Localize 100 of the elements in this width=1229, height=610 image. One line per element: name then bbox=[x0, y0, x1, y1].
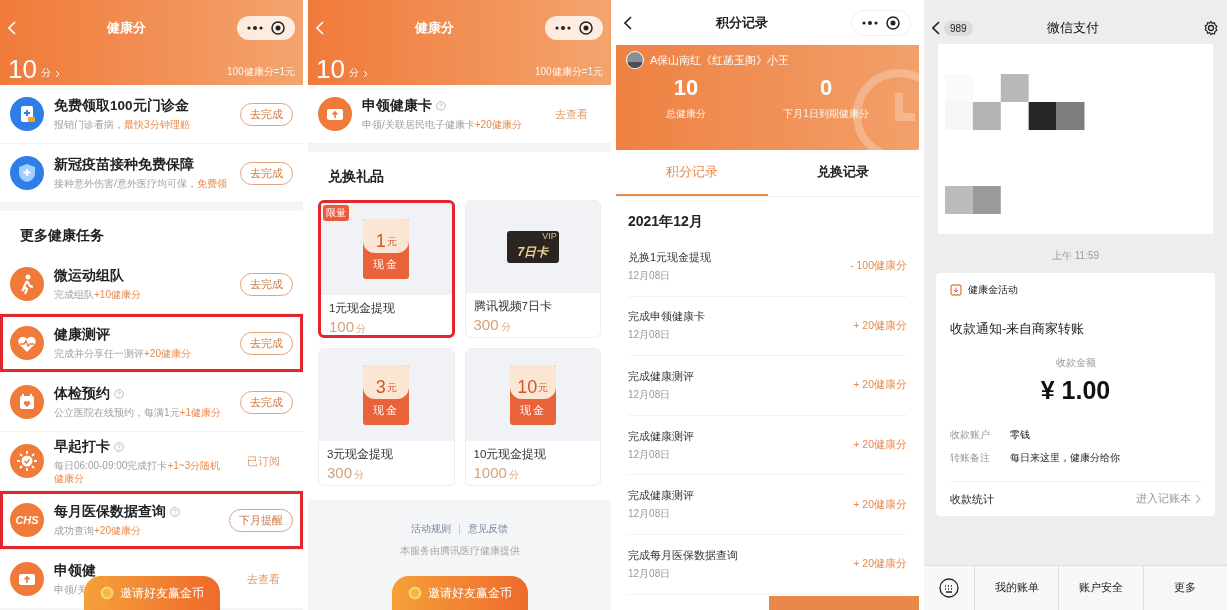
task-description: 完成组队+10健康分 bbox=[54, 288, 141, 301]
cash-voucher: 10元 现金 bbox=[509, 365, 556, 425]
clipboard-icon bbox=[10, 97, 44, 131]
amount-value: ¥ 1.00 bbox=[1039, 376, 1112, 405]
task-description: 每日06:00-09:00完成打卡+1~3分随机健康分 bbox=[54, 458, 222, 485]
card-icon bbox=[318, 97, 352, 131]
back-icon[interactable] bbox=[932, 21, 940, 35]
gift-card[interactable]: 1元 现金 限量 1元现金提现 100分 bbox=[318, 200, 455, 338]
record-title: 完成申领健康卡 bbox=[628, 309, 706, 325]
page-title: 健康分 bbox=[413, 19, 455, 37]
task-title: 体检预约 bbox=[54, 385, 110, 403]
stat-value: 0 bbox=[819, 75, 833, 101]
coin-icon bbox=[99, 586, 114, 600]
footer-link[interactable]: 活动规则 bbox=[411, 522, 451, 536]
task-title: 新冠疫苗接种免费保障 bbox=[54, 156, 194, 174]
vip-card: VIP 7日卡 bbox=[506, 231, 559, 263]
cash-voucher: 3元 现金 bbox=[363, 365, 410, 425]
ledger-link[interactable]: 进入记账本 bbox=[1136, 492, 1191, 506]
record-date: 12月08日 bbox=[628, 388, 672, 402]
task-status[interactable]: 去查看 bbox=[541, 106, 601, 122]
calendar-icon bbox=[10, 385, 44, 419]
gift-title: 10元现金提现 bbox=[472, 447, 548, 462]
notice-heading: 收款通知-来自商家转账 bbox=[950, 321, 1086, 338]
more-icon[interactable] bbox=[555, 26, 571, 30]
exchange-rate: 100健康分=1元 bbox=[226, 65, 295, 79]
task-description: 接种意外伤害/意外医疗均可保，免费领 bbox=[54, 177, 227, 190]
task-title: 申领健康卡 bbox=[362, 97, 432, 115]
gift-points: 300 bbox=[327, 464, 353, 481]
task-title: 每月医保数据查询 bbox=[54, 503, 166, 521]
score-unit[interactable]: 分 bbox=[40, 66, 51, 80]
more-icon[interactable] bbox=[862, 20, 878, 25]
task-description: 报销门诊看病，最快3分钟理赔 bbox=[54, 118, 190, 131]
record-date: 12月08日 bbox=[628, 447, 672, 462]
record-amount: + 20健康分 bbox=[853, 378, 907, 393]
stat-value: 10 bbox=[673, 75, 699, 101]
gift-points: 300 bbox=[473, 316, 499, 333]
menu-item[interactable]: 账户安全 bbox=[1058, 566, 1143, 610]
menu-item[interactable]: 我的账单 bbox=[974, 566, 1059, 610]
amount-label: 收款金额 bbox=[1054, 356, 1097, 370]
task-button[interactable]: 去完成 bbox=[240, 272, 293, 296]
coin-icon bbox=[407, 586, 422, 600]
keyboard-icon[interactable] bbox=[939, 578, 959, 598]
record-date: 12月08日 bbox=[628, 566, 672, 581]
task-button[interactable]: 去完成 bbox=[240, 102, 293, 126]
detail-value: 每日来这里，健康分给你 bbox=[1010, 451, 1120, 465]
task-title: 免费领取100元门诊金 bbox=[54, 97, 189, 115]
invite-button[interactable]: 邀请好友赢金币 bbox=[83, 576, 220, 610]
task-button[interactable]: 去完成 bbox=[240, 390, 293, 414]
detail-label: 转账备注 bbox=[950, 451, 991, 465]
gift-points: 100 bbox=[329, 318, 355, 335]
record-date: 12月08日 bbox=[628, 328, 672, 343]
gift-card[interactable]: 10元 现金 10元现金提现 1000分 bbox=[464, 348, 601, 486]
stat-label: 下月1日到期健康分 bbox=[783, 107, 869, 121]
task-button[interactable]: 去完成 bbox=[240, 161, 293, 185]
record-amount: + 20健康分 bbox=[853, 318, 907, 333]
detail-label: 收款账户 bbox=[950, 428, 991, 442]
record-amount: - 100健康分 bbox=[850, 259, 907, 274]
section-title: 兑换礼品 bbox=[308, 152, 611, 196]
score-value: 10 bbox=[8, 56, 37, 82]
provider-note: 本服务由腾讯医疗健康提供 bbox=[399, 544, 520, 558]
task-description: 申领/关联居民电子健康卡+20健康分 bbox=[362, 118, 522, 131]
invite-button[interactable]: 邀请好友赢金币 bbox=[391, 576, 528, 610]
task-status[interactable]: 去查看 bbox=[233, 571, 293, 587]
sun-icon bbox=[10, 444, 44, 478]
detail-value: 零钱 bbox=[1010, 428, 1030, 442]
footer-link[interactable]: 意见反馈 bbox=[468, 522, 508, 536]
record-date: 12月08日 bbox=[628, 507, 672, 522]
more-icon[interactable] bbox=[247, 26, 263, 30]
gift-points: 1000 bbox=[473, 464, 507, 481]
record-title: 完成健康测评 bbox=[628, 428, 695, 444]
record-title: 完成每月医保数据查询 bbox=[628, 547, 739, 563]
gift-card[interactable]: VIP 7日卡 腾讯视频7日卡 300 分 bbox=[464, 200, 601, 338]
points-unit: 分 bbox=[354, 468, 365, 482]
score-unit[interactable]: 分 bbox=[348, 66, 359, 80]
logo-icon: CHS bbox=[10, 503, 44, 537]
task-button[interactable]: 去完成 bbox=[240, 331, 293, 355]
back-icon[interactable] bbox=[624, 15, 632, 30]
user-name: A保山南红《红菡玉阁》小王 bbox=[650, 52, 790, 68]
menu-item[interactable]: 更多 bbox=[1142, 566, 1227, 610]
points-unit: 分 bbox=[356, 322, 367, 335]
task-button[interactable]: 下月提醒 bbox=[229, 508, 293, 532]
page-title: 积分记录 bbox=[714, 13, 769, 32]
exchange-rate: 100健康分=1元 bbox=[534, 65, 603, 79]
stats-label: 收款统计 bbox=[950, 491, 995, 507]
record-amount: + 20健康分 bbox=[853, 557, 907, 572]
section-title: 更多健康任务 bbox=[0, 211, 303, 255]
task-status[interactable]: 已订阅 bbox=[233, 453, 293, 469]
limited-tag: 限量 bbox=[323, 205, 349, 221]
cash-voucher: 1元 现金 bbox=[363, 219, 410, 279]
gift-card[interactable]: 3元 现金 3元现金提现 300分 bbox=[318, 348, 455, 486]
settings-icon[interactable] bbox=[1203, 20, 1219, 36]
task-title: 微运动组队 bbox=[54, 267, 124, 285]
record-title: 完成健康测评 bbox=[628, 488, 695, 504]
record-date: 12月08日 bbox=[628, 268, 672, 283]
record-title: 兑换1元现金提现 bbox=[628, 249, 713, 265]
walking-person-icon bbox=[10, 267, 44, 301]
source-name: 健康金活动 bbox=[968, 283, 1018, 297]
task-title: 健康测评 bbox=[54, 326, 110, 344]
task-description: 公立医院在线预约，每满1元+1健康分 bbox=[54, 406, 221, 419]
unread-badge: 989 bbox=[944, 20, 973, 36]
